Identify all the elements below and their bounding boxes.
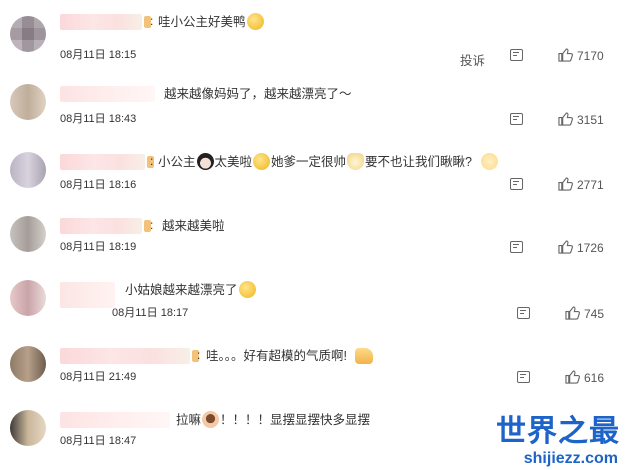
comment-time: 08月11日 21:49 — [60, 371, 137, 383]
avatar[interactable] — [10, 152, 46, 188]
avatar[interactable] — [10, 216, 46, 252]
colon: : — [150, 218, 154, 232]
avatar[interactable] — [10, 410, 46, 446]
comment-item: : 哇。。。好有超模的气质啊! 08月11日 21:49 616 — [0, 340, 630, 406]
like-icon[interactable] — [558, 48, 573, 62]
avatar[interactable] — [10, 346, 46, 382]
like-count: 2771 — [577, 178, 604, 192]
comment-text: 小姑娘越来越漂亮了 — [125, 281, 257, 299]
comment-time: 08月11日 18:19 — [60, 241, 137, 253]
reply-icon[interactable] — [510, 178, 523, 190]
face-icon — [202, 411, 220, 428]
report-button[interactable]: 投诉 — [460, 50, 485, 69]
comment-text: 拉嘛 ！！！！显摆显摆快多显摆 — [176, 411, 371, 428]
like-icon[interactable] — [565, 370, 580, 384]
reply-icon[interactable] — [510, 113, 523, 125]
comment-time: 08月11日 18:47 — [60, 435, 137, 447]
comment-item: : 小公主 太美啦 她爹一定很帅 要不也让我们瞅瞅? 08月11日 18:16 277… — [0, 146, 630, 212]
like-count: 7170 — [577, 49, 604, 63]
comment-text: 哇小公主好美鸭 — [158, 13, 265, 31]
username-blurred[interactable] — [60, 218, 151, 234]
comment-item: : 哇小公主好美鸭 08月11日 18:15 投诉 7170 — [0, 6, 630, 72]
like-count: 616 — [584, 371, 605, 385]
avatar[interactable] — [10, 16, 46, 52]
like-count: 1726 — [577, 241, 604, 255]
comment-item: 越来越像妈妈了，越来越漂亮了～ 08月11日 18:43 3151 — [0, 78, 630, 144]
comment-time: 08月11日 18:16 — [60, 179, 137, 191]
like-icon[interactable] — [558, 177, 573, 191]
reply-icon[interactable] — [510, 241, 523, 253]
comment-item: : 越来越美啦 08月11日 18:19 1726 — [0, 210, 630, 276]
like-icon[interactable] — [558, 240, 573, 254]
comment-time: 08月11日 18:17 — [112, 307, 189, 319]
like-icon[interactable] — [565, 306, 580, 320]
username-blurred[interactable] — [60, 86, 155, 102]
username-blurred[interactable] — [60, 14, 151, 30]
like-count: 3151 — [577, 113, 604, 127]
username-blurred[interactable] — [60, 154, 154, 170]
avatar[interactable] — [10, 84, 46, 120]
comment-text: 小公主 太美啦 她爹一定很帅 要不也让我们瞅瞅? — [158, 153, 499, 171]
girl-icon — [196, 153, 214, 170]
colon: : — [197, 348, 201, 362]
comment-time: 08月11日 18:43 — [60, 113, 137, 125]
username-blurred[interactable] — [60, 348, 199, 364]
like-count: 745 — [584, 307, 605, 321]
comment-text: 越来越美啦 — [162, 219, 225, 233]
username-blurred[interactable] — [60, 282, 115, 308]
comment-item: 小姑娘越来越漂亮了 08月11日 18:17 745 — [0, 274, 630, 340]
comment-text: 越来越像妈妈了，越来越漂亮了～ — [164, 87, 352, 101]
avatar[interactable] — [10, 280, 46, 316]
reply-icon[interactable] — [517, 371, 530, 383]
comment-time: 08月11日 18:15 — [60, 49, 137, 61]
like-icon[interactable] — [558, 112, 573, 126]
cat-face-icon — [347, 153, 365, 170]
peace-hand-icon — [481, 153, 499, 170]
colon: : — [150, 14, 154, 28]
watermark-url: shijiezz.com — [523, 450, 618, 467]
username-blurred[interactable] — [60, 412, 170, 428]
grin-face-icon — [246, 13, 264, 30]
watermark-logo: 世界之最 — [496, 415, 620, 448]
reply-icon[interactable] — [517, 307, 530, 319]
reply-icon[interactable] — [510, 49, 523, 61]
colon: : — [150, 154, 154, 168]
grin-face-icon — [238, 281, 256, 298]
comment-text: 哇。。。好有超模的气质啊! — [206, 347, 374, 365]
grin-face-icon — [253, 153, 271, 170]
thumbs-up-icon — [354, 348, 373, 364]
